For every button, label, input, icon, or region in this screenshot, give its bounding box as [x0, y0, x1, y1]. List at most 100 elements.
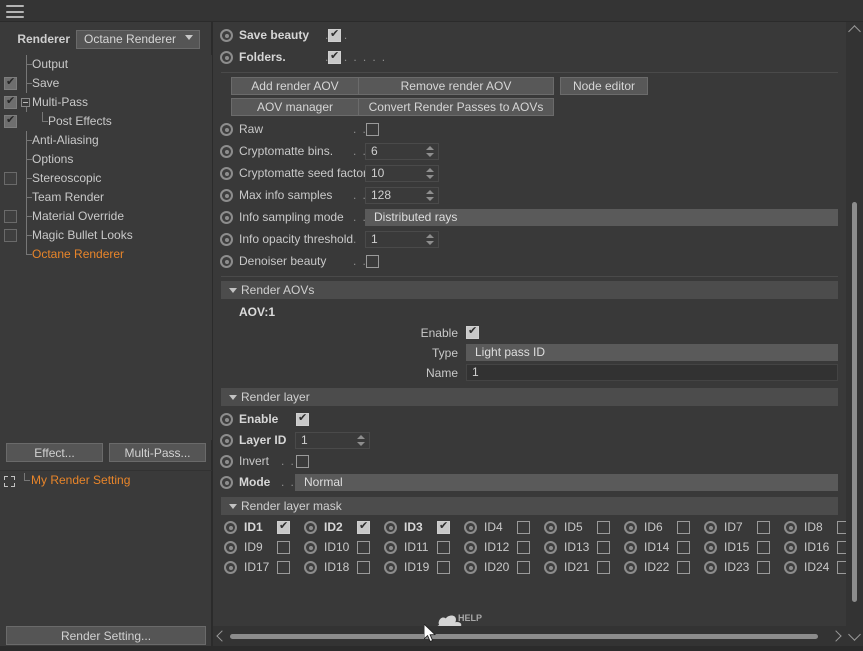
animation-track-icon[interactable] — [304, 541, 317, 554]
tree-item-multi-pass[interactable]: Multi-Pass — [0, 93, 212, 112]
tree-item-team-render[interactable]: Team Render — [0, 188, 212, 207]
tree-item-save[interactable]: Save — [0, 74, 212, 93]
mask-id-checkbox[interactable] — [597, 541, 610, 554]
mask-id-checkbox[interactable] — [677, 561, 690, 574]
param-checkbox[interactable] — [366, 123, 379, 136]
effect-button[interactable]: Effect... — [6, 443, 103, 462]
animation-track-icon[interactable] — [220, 123, 233, 136]
render-setting-button[interactable]: Render Setting... — [6, 626, 206, 645]
mask-id-checkbox[interactable] — [757, 521, 770, 534]
renderer-dropdown[interactable]: Octane Renderer — [76, 29, 200, 49]
param-number-field[interactable]: 10 — [365, 165, 439, 182]
aov-type-dropdown[interactable]: Light pass ID — [466, 344, 838, 361]
mask-id-checkbox[interactable] — [517, 521, 530, 534]
stepper-icon[interactable] — [425, 145, 434, 158]
remove-render-aov-button[interactable]: Remove render AOV — [358, 77, 554, 95]
mask-id-checkbox[interactable] — [837, 541, 846, 554]
animation-track-icon[interactable] — [624, 521, 637, 534]
animation-track-icon[interactable] — [304, 521, 317, 534]
mask-id-checkbox[interactable] — [677, 521, 690, 534]
animation-track-icon[interactable] — [624, 541, 637, 554]
animation-track-icon[interactable] — [220, 167, 233, 180]
tree-item-stereoscopic[interactable]: Stereoscopic — [0, 169, 212, 188]
tree-item-octane-renderer[interactable]: Octane Renderer — [0, 245, 212, 264]
animation-track-icon[interactable] — [224, 521, 237, 534]
animation-track-icon[interactable] — [704, 541, 717, 554]
aov-name-input[interactable]: 1 — [466, 364, 838, 381]
aov-manager-button[interactable]: AOV manager — [231, 98, 359, 116]
animation-track-icon[interactable] — [704, 561, 717, 574]
mode-dropdown[interactable]: Normal — [295, 474, 838, 491]
tree-item-material-override[interactable]: Material Override — [0, 207, 212, 226]
animation-track-icon[interactable] — [784, 541, 797, 554]
help-label[interactable]: HELP — [458, 613, 482, 623]
add-render-aov-button[interactable]: Add render AOV — [231, 77, 359, 95]
animation-track-icon[interactable] — [624, 561, 637, 574]
mask-id-checkbox[interactable] — [277, 541, 290, 554]
scroll-up-icon[interactable] — [848, 25, 861, 38]
animation-track-icon[interactable] — [224, 541, 237, 554]
animation-track-icon[interactable] — [784, 561, 797, 574]
render-layer-mask-header[interactable]: Render layer mask — [221, 497, 838, 515]
tree-item-checkbox[interactable] — [4, 94, 17, 109]
tree-item-checkbox[interactable] — [4, 75, 17, 90]
animation-track-icon[interactable] — [384, 521, 397, 534]
mask-id-checkbox[interactable] — [837, 561, 846, 574]
param-checkbox[interactable] — [296, 455, 309, 468]
node-editor-button[interactable]: Node editor — [560, 77, 648, 95]
aov-enable-checkbox[interactable] — [466, 324, 479, 339]
animation-track-icon[interactable] — [464, 561, 477, 574]
mask-id-checkbox[interactable] — [677, 541, 690, 554]
tree-item-anti-aliasing[interactable]: Anti-Aliasing — [0, 131, 212, 150]
tree-item-checkbox[interactable] — [4, 210, 17, 223]
animation-track-icon[interactable] — [704, 521, 717, 534]
animation-track-icon[interactable] — [304, 561, 317, 574]
mask-id-checkbox[interactable] — [597, 561, 610, 574]
render-layer-header[interactable]: Render layer — [221, 388, 838, 406]
mask-id-checkbox[interactable] — [517, 541, 530, 554]
mask-id-checkbox[interactable] — [757, 541, 770, 554]
animation-track-icon[interactable] — [220, 211, 233, 224]
mask-id-checkbox[interactable] — [757, 561, 770, 574]
animation-track-icon[interactable] — [224, 561, 237, 574]
render-aovs-header[interactable]: Render AOVs — [221, 281, 838, 299]
tree-item-options[interactable]: Options — [0, 150, 212, 169]
tree-item-checkbox[interactable] — [4, 229, 17, 242]
param-checkbox[interactable] — [296, 411, 309, 426]
animation-track-icon[interactable] — [384, 541, 397, 554]
mask-id-checkbox[interactable] — [437, 519, 450, 534]
animation-track-icon[interactable] — [220, 145, 233, 158]
mask-id-checkbox[interactable] — [277, 561, 290, 574]
mask-id-checkbox[interactable] — [517, 561, 530, 574]
animation-track-icon[interactable] — [464, 521, 477, 534]
animation-track-icon[interactable] — [544, 521, 557, 534]
vertical-scroll-thumb[interactable] — [852, 202, 857, 602]
render-setting-name[interactable]: My Render Setting — [31, 473, 130, 487]
toggle-checkbox[interactable] — [328, 49, 341, 64]
vertical-scrollbar[interactable] — [846, 22, 863, 646]
toggle-checkbox[interactable] — [328, 27, 341, 42]
animation-track-icon[interactable] — [220, 476, 233, 489]
multi-pass-button[interactable]: Multi-Pass... — [109, 443, 206, 462]
animation-track-icon[interactable] — [544, 541, 557, 554]
horizontal-scrollbar[interactable] — [213, 626, 846, 646]
tree-item-checkbox[interactable] — [4, 172, 17, 185]
mask-id-checkbox[interactable] — [837, 521, 846, 534]
param-checkbox[interactable] — [366, 255, 379, 268]
stepper-icon[interactable] — [425, 167, 434, 180]
animation-track-icon[interactable] — [784, 521, 797, 534]
expand-icon[interactable] — [4, 476, 15, 487]
mask-id-checkbox[interactable] — [437, 561, 450, 574]
stepper-icon[interactable] — [425, 233, 434, 246]
mask-id-checkbox[interactable] — [357, 519, 370, 534]
tree-item-checkbox[interactable] — [4, 113, 17, 128]
hamburger-icon[interactable] — [6, 5, 24, 18]
stepper-icon[interactable] — [356, 434, 365, 447]
tree-item-output[interactable]: Output — [0, 55, 212, 74]
animation-track-icon[interactable] — [220, 29, 233, 42]
render-setting-row[interactable]: My Render Setting — [0, 470, 212, 490]
layer-id-field[interactable]: 1 — [295, 432, 370, 449]
scroll-right-icon[interactable] — [830, 630, 842, 642]
mask-id-checkbox[interactable] — [357, 561, 370, 574]
animation-track-icon[interactable] — [384, 561, 397, 574]
